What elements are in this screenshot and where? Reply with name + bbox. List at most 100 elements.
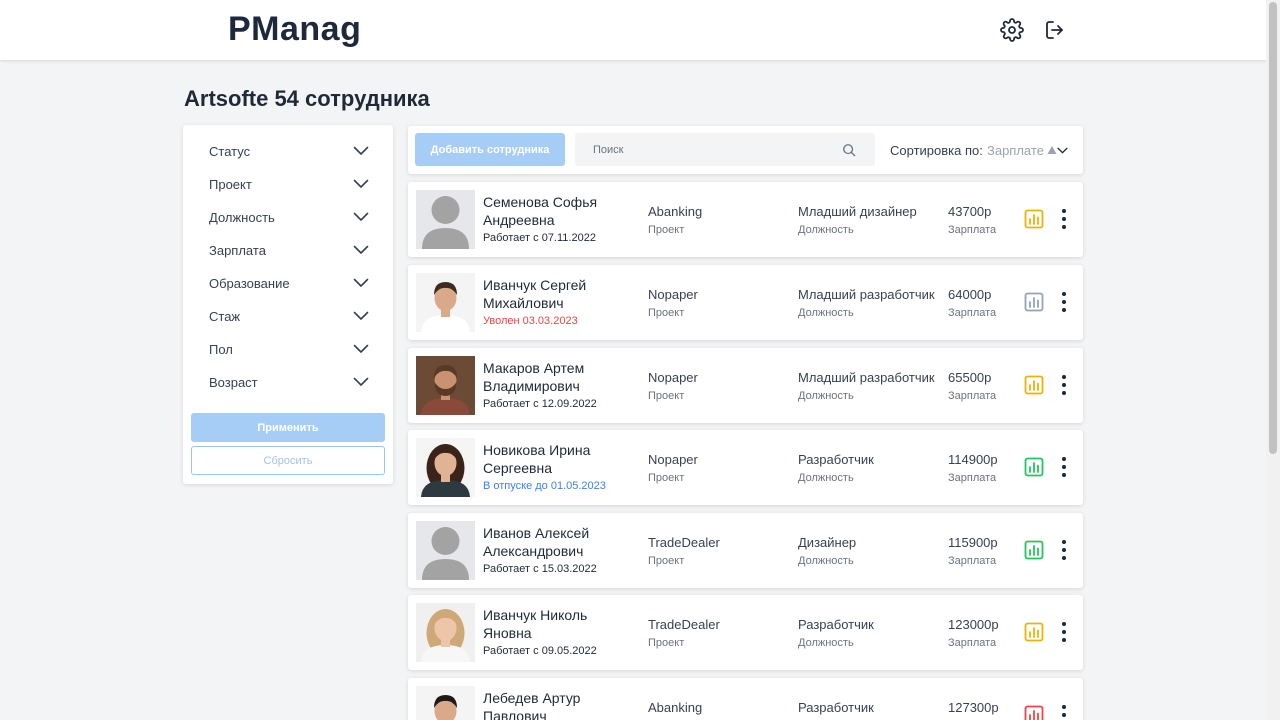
employee-project: Nopaper xyxy=(648,287,698,302)
filter-label: Пол xyxy=(209,341,233,357)
gear-icon[interactable] xyxy=(1000,18,1024,42)
employee-position: Младший разработчик xyxy=(798,287,935,302)
app-logo[interactable]: PManag xyxy=(228,10,361,49)
avatar[interactable] xyxy=(416,356,475,415)
avatar[interactable] xyxy=(416,273,475,332)
chevron-down-icon[interactable] xyxy=(1057,147,1068,154)
filter-7[interactable]: Возраст xyxy=(209,371,369,393)
stats-chart-icon[interactable] xyxy=(1024,622,1044,642)
chevron-down-icon xyxy=(353,212,369,222)
stats-chart-icon[interactable] xyxy=(1024,375,1044,395)
filter-label: Должность xyxy=(209,209,275,225)
more-options-icon[interactable] xyxy=(1056,538,1072,562)
filters-panel: Статус Проект Должность Зарплата Образование… xyxy=(183,125,393,484)
more-options-icon[interactable] xyxy=(1056,290,1072,314)
more-options-icon[interactable] xyxy=(1056,455,1072,479)
stats-chart-icon[interactable] xyxy=(1024,540,1044,560)
position-label: Должность xyxy=(798,637,854,649)
stats-chart-icon[interactable] xyxy=(1024,209,1044,229)
employee-project: Nopaper xyxy=(648,452,698,467)
filter-4[interactable]: Образование xyxy=(209,272,369,294)
project-label: Проект xyxy=(648,390,685,402)
filter-3[interactable]: Зарплата xyxy=(209,239,369,261)
filter-2[interactable]: Должность xyxy=(209,206,369,228)
avatar[interactable] xyxy=(416,190,475,249)
page-scrollbar[interactable] xyxy=(1266,0,1280,720)
page-title: Artsofte 54 сотрудника xyxy=(184,86,430,111)
salary-label: Зарплата xyxy=(948,224,997,236)
employee-status: Работает с 07.11.2022 xyxy=(483,232,596,244)
employee-project: Nopaper xyxy=(648,370,698,385)
avatar[interactable] xyxy=(416,603,475,662)
avatar[interactable] xyxy=(416,521,475,580)
salary-label: Зарплата xyxy=(948,472,997,484)
project-label: Проект xyxy=(648,555,685,567)
apply-filters-button[interactable]: Применить xyxy=(191,413,385,442)
employee-position: Разработчик xyxy=(798,452,874,467)
employee-name[interactable]: Иванов Алексей Александрович xyxy=(483,524,633,560)
more-options-icon[interactable] xyxy=(1056,207,1072,231)
search-icon[interactable] xyxy=(842,143,856,157)
employee-card[interactable]: Новикова Ирина Сергеевна В отпуске до 01.… xyxy=(408,430,1083,505)
sort-direction-icon[interactable] xyxy=(1047,145,1057,155)
filter-label: Образование xyxy=(209,275,290,291)
filter-6[interactable]: Пол xyxy=(209,338,369,360)
more-options-icon[interactable] xyxy=(1056,373,1072,397)
employee-card[interactable]: Семенова Софья Андреевна Работает с 07.11… xyxy=(408,182,1083,257)
filter-label: Зарплата xyxy=(209,242,266,258)
salary-label: Зарплата xyxy=(948,390,997,402)
employee-position: Разработчик xyxy=(798,700,874,715)
employee-name[interactable]: Лебедев Артур Павлович xyxy=(483,689,633,720)
chevron-down-icon xyxy=(353,179,369,189)
add-employee-button[interactable]: Добавить сотрудника xyxy=(415,133,565,166)
stats-chart-icon[interactable] xyxy=(1024,292,1044,312)
filter-1[interactable]: Проект xyxy=(209,173,369,195)
reset-filters-button[interactable]: Сбросить xyxy=(191,446,385,475)
salary-label: Зарплата xyxy=(948,307,997,319)
app-header: PManag xyxy=(0,0,1266,60)
employee-name[interactable]: Иванчук Сергей Михайлович xyxy=(483,276,633,312)
sort-label: Сортировка по: xyxy=(890,143,983,158)
project-label: Проект xyxy=(648,224,685,236)
employees-toolbar: Добавить сотрудника Сортировка по: Зарпл… xyxy=(408,126,1083,174)
filter-label: Возраст xyxy=(209,374,258,390)
scrollbar-thumb[interactable] xyxy=(1269,2,1277,454)
employee-salary: 127300р xyxy=(948,700,999,715)
filter-0[interactable]: Статус xyxy=(209,140,369,162)
salary-label: Зарплата xyxy=(948,637,997,649)
employee-card[interactable]: Иванчук Сергей Михайлович Уволен 03.03.20… xyxy=(408,265,1083,340)
avatar[interactable] xyxy=(416,438,475,497)
chevron-down-icon xyxy=(353,344,369,354)
avatar[interactable] xyxy=(416,686,475,720)
project-label: Проект xyxy=(648,307,685,319)
employee-position: Дизайнер xyxy=(798,535,857,550)
search-input[interactable] xyxy=(575,133,835,166)
employee-project: TradeDealer xyxy=(648,535,720,550)
stats-chart-icon[interactable] xyxy=(1024,705,1044,720)
stats-chart-icon[interactable] xyxy=(1024,457,1044,477)
project-label: Проект xyxy=(648,637,685,649)
employee-name[interactable]: Иванчук Николь Яновна xyxy=(483,606,633,642)
position-label: Должность xyxy=(798,555,854,567)
employee-name[interactable]: Новикова Ирина Сергеевна xyxy=(483,441,633,477)
position-label: Должность xyxy=(798,390,854,402)
employee-position: Младший дизайнер xyxy=(798,204,917,219)
employee-name[interactable]: Семенова Софья Андреевна xyxy=(483,193,633,229)
employee-card[interactable]: Лебедев Артур ПавловичAbankingПроектРазр… xyxy=(408,678,1083,720)
logout-icon[interactable] xyxy=(1043,18,1067,42)
filter-label: Проект xyxy=(209,176,252,192)
employee-salary: 64000р xyxy=(948,287,992,302)
employee-position: Младший разработчик xyxy=(798,370,935,385)
more-options-icon[interactable] xyxy=(1056,703,1072,720)
more-options-icon[interactable] xyxy=(1056,620,1072,644)
employee-card[interactable]: Иванов Алексей Александрович Работает с 1… xyxy=(408,513,1083,588)
sort-select[interactable]: Зарплате xyxy=(987,143,1044,158)
employee-card[interactable]: Макаров Артем Владимирович Работает с 12.… xyxy=(408,348,1083,423)
employee-status: В отпуске до 01.05.2023 xyxy=(483,480,606,492)
chevron-down-icon xyxy=(353,146,369,156)
filter-5[interactable]: Стаж xyxy=(209,305,369,327)
employee-name[interactable]: Макаров Артем Владимирович xyxy=(483,359,633,395)
employee-card[interactable]: Иванчук Николь Яновна Работает с 09.05.20… xyxy=(408,595,1083,670)
employee-position: Разработчик xyxy=(798,617,874,632)
position-label: Должность xyxy=(798,224,854,236)
